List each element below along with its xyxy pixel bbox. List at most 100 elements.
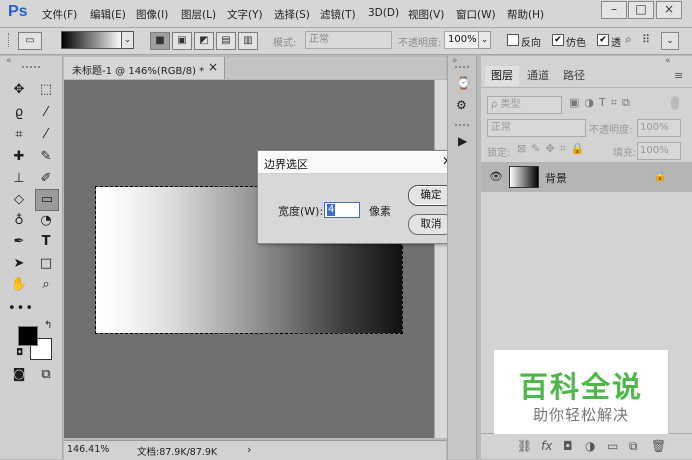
tool-preset-picker[interactable]: ▭ xyxy=(18,32,42,50)
menu-window[interactable]: 窗口(W) xyxy=(456,7,496,22)
path-selection-tool-icon[interactable]: ➤ xyxy=(8,254,30,274)
mode-select[interactable]: 正常 xyxy=(305,31,392,49)
vertical-scrollbar[interactable] xyxy=(434,80,447,438)
collapse-panels-icon[interactable]: « xyxy=(665,56,671,66)
screen-mode-icon[interactable]: ⧉ xyxy=(35,365,57,385)
menu-bar: Ps 文件(F) 编辑(E) 图像(I) 图层(L) 文字(Y) 选择(S) 滤… xyxy=(0,0,692,28)
status-menu-arrow[interactable]: › xyxy=(247,443,251,456)
menu-layer[interactable]: 图层(L) xyxy=(181,7,216,22)
width-input[interactable]: 4 xyxy=(324,202,360,218)
transparency-checkbox[interactable]: ✔ xyxy=(597,34,609,46)
layer-opacity-input[interactable]: 100% xyxy=(637,119,681,137)
close-window-button[interactable]: × xyxy=(656,1,682,19)
eyedropper-tool-icon[interactable]: ⁄ xyxy=(35,125,57,145)
radial-gradient-button[interactable]: ▣ xyxy=(172,32,192,50)
gradient-preview[interactable] xyxy=(61,31,123,49)
menu-filter[interactable]: 滤镜(T) xyxy=(320,7,356,22)
collapse-icon[interactable]: « xyxy=(6,56,12,66)
panel-menu-icon[interactable]: ≡ xyxy=(674,69,683,82)
dialog-title-bar: 边界选区 ✕ xyxy=(258,151,461,174)
linear-gradient-button[interactable]: ■ xyxy=(150,32,170,50)
new-group-icon[interactable]: ▭ xyxy=(607,439,618,453)
menu-type[interactable]: 文字(Y) xyxy=(227,7,263,22)
kind-filter-select[interactable]: ρ 类型 xyxy=(487,96,562,114)
reflected-gradient-button[interactable]: ▤ xyxy=(216,32,236,50)
layer-style-icon[interactable]: fx xyxy=(541,439,552,453)
link-layers-icon[interactable]: ⛓ xyxy=(517,439,532,453)
menu-3d[interactable]: 3D(D) xyxy=(368,7,399,19)
delete-layer-icon[interactable]: 🗑 xyxy=(651,439,666,453)
crop-tool-icon[interactable]: ⌗ xyxy=(8,125,30,145)
more-tools-icon[interactable]: ••• xyxy=(8,299,33,319)
workspace-icon[interactable]: ⠿ xyxy=(642,33,650,46)
minimize-button[interactable]: – xyxy=(601,1,627,19)
menu-file[interactable]: 文件(F) xyxy=(42,7,77,22)
dither-checkbox[interactable]: ✔ xyxy=(552,34,564,46)
workspace-dropdown[interactable]: ⌄ xyxy=(661,32,679,50)
gradient-dropdown[interactable]: ⌄ xyxy=(121,31,134,49)
menu-view[interactable]: 视图(V) xyxy=(408,7,444,22)
strip-grip xyxy=(455,66,469,68)
search-icon[interactable]: ⌕ xyxy=(625,32,632,47)
hand-tool-icon[interactable]: ✋ xyxy=(8,275,30,295)
tab-paths[interactable]: 路径 xyxy=(557,66,591,86)
healing-brush-tool-icon[interactable]: ✚ xyxy=(8,147,30,167)
marquee-tool-icon[interactable]: ⬚ xyxy=(35,80,57,100)
menu-help[interactable]: 帮助(H) xyxy=(507,7,544,22)
visibility-eye-icon[interactable]: 👁 xyxy=(489,170,503,183)
type-tool-icon[interactable]: T xyxy=(35,232,57,252)
close-tab-icon[interactable]: × xyxy=(208,60,218,74)
blend-mode-select[interactable]: 正常 xyxy=(487,119,586,137)
move-tool-icon[interactable]: ✥ xyxy=(8,80,30,100)
dodge-tool-icon[interactable]: ◔ xyxy=(35,211,57,231)
properties-panel-icon[interactable]: ⚙ xyxy=(456,98,467,112)
foreground-color-swatch[interactable] xyxy=(18,326,38,346)
opacity-input[interactable]: 100% xyxy=(444,31,482,49)
pen-tool-icon[interactable]: ✒ xyxy=(8,232,30,252)
menu-image[interactable]: 图像(I) xyxy=(136,7,168,22)
angle-gradient-button[interactable]: ◩ xyxy=(194,32,214,50)
document-tab[interactable]: 未标题-1 @ 146%(RGB/8) * × xyxy=(64,57,225,79)
tab-channels[interactable]: 通道 xyxy=(521,66,555,86)
rectangle-tool-icon[interactable]: □ xyxy=(35,254,57,274)
options-grip xyxy=(8,33,12,47)
layer-name[interactable]: 背景 xyxy=(545,170,567,186)
expand-icon[interactable]: » xyxy=(452,56,458,66)
lasso-tool-icon[interactable]: ϱ xyxy=(8,103,30,123)
lock-icons[interactable]: ⊠✎✥⌗🔒 xyxy=(517,142,590,156)
clone-stamp-tool-icon[interactable]: ⊥ xyxy=(8,169,30,189)
new-layer-icon[interactable]: ⧉ xyxy=(629,439,638,454)
diamond-gradient-button[interactable]: ▥ xyxy=(238,32,258,50)
adjustment-layer-icon[interactable]: ◑ xyxy=(585,439,595,453)
layer-opacity-value: 100% xyxy=(640,122,669,133)
opacity-dropdown[interactable]: ⌄ xyxy=(478,31,491,49)
filter-icons[interactable]: ▣◑T⌗⧉ xyxy=(569,96,635,110)
actions-panel-icon[interactable]: ▶ xyxy=(458,134,467,148)
layer-row[interactable]: 👁 背景 🔒 xyxy=(481,162,692,192)
watermark-title: 百科全说 xyxy=(518,370,643,404)
zoom-level[interactable]: 146.41% xyxy=(67,444,109,455)
history-panel-icon[interactable]: ⌚ xyxy=(456,76,471,90)
border-selection-dialog: 边界选区 ✕ 宽度(W): 4 像素 确定 取消 xyxy=(257,150,462,244)
menu-edit[interactable]: 编辑(E) xyxy=(90,7,126,22)
history-brush-tool-icon[interactable]: ✐ xyxy=(35,169,57,189)
tab-layers[interactable]: 图层 xyxy=(485,66,519,86)
add-mask-icon[interactable]: ◘ xyxy=(563,439,573,453)
panel-divider xyxy=(481,87,692,88)
fill-input[interactable]: 100% xyxy=(637,142,681,160)
default-colors-icon[interactable]: ◘ xyxy=(16,348,23,358)
blur-tool-icon[interactable]: ♁ xyxy=(8,211,30,231)
zoom-tool-icon[interactable]: ⌕ xyxy=(35,275,57,295)
eraser-tool-icon[interactable]: ◇ xyxy=(8,190,30,210)
lock-brush-icon: ✎ xyxy=(531,142,546,155)
magic-wand-tool-icon[interactable]: ⁄ xyxy=(35,103,57,123)
brush-tool-icon[interactable]: ✎ xyxy=(35,147,57,167)
gradient-tool-icon[interactable]: ▭ xyxy=(35,189,59,211)
layer-lock-icon: 🔒 xyxy=(653,169,667,182)
menu-select[interactable]: 选择(S) xyxy=(274,7,310,22)
quick-mask-icon[interactable]: ◙ xyxy=(8,365,30,385)
reverse-checkbox[interactable] xyxy=(507,34,519,46)
filter-toggle[interactable] xyxy=(671,96,679,110)
swap-colors-icon[interactable]: ↰ xyxy=(44,320,52,331)
maximize-button[interactable]: □ xyxy=(628,1,654,19)
